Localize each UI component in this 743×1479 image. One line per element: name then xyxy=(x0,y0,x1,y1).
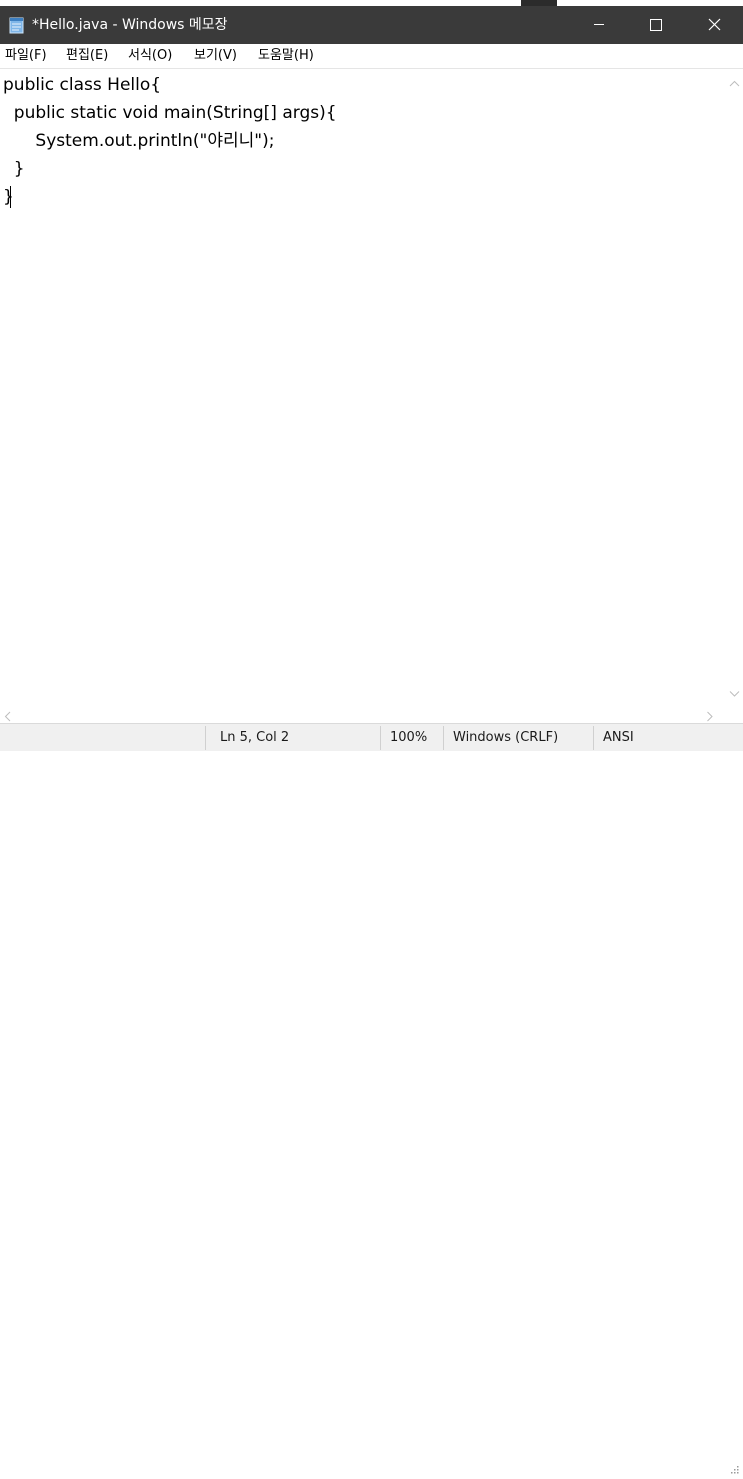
scrollbar-corner xyxy=(726,703,743,723)
menu-bar: 파일(F) 편집(E) 서식(O) 보기(V) 도움말(H) xyxy=(0,44,743,69)
close-icon xyxy=(708,18,721,31)
code-line: public class Hello{ xyxy=(3,75,162,95)
maximize-icon xyxy=(650,19,662,31)
resize-grip-icon[interactable] xyxy=(729,1460,740,1479)
horizontal-scrollbar[interactable] xyxy=(0,703,726,723)
status-bar: Ln 5, Col 2 100% Windows (CRLF) ANSI xyxy=(0,723,743,1474)
status-separator xyxy=(593,726,594,750)
close-button[interactable] xyxy=(685,6,743,44)
text-editor[interactable]: public class Hello{ public static void m… xyxy=(0,69,726,703)
text-caret xyxy=(10,186,11,208)
code-line: public static void main(String[] args){ xyxy=(3,103,337,123)
encoding: ANSI xyxy=(603,730,634,745)
code-line: System.out.println("야리니"); xyxy=(3,131,275,151)
minimize-button[interactable] xyxy=(570,6,628,44)
vertical-scrollbar[interactable] xyxy=(726,69,743,703)
menu-help[interactable]: 도움말(H) xyxy=(258,47,314,65)
status-separator xyxy=(443,726,444,750)
menu-view[interactable]: 보기(V) xyxy=(194,47,237,65)
scroll-up-icon[interactable] xyxy=(729,73,740,92)
menu-format[interactable]: 서식(O) xyxy=(128,47,172,65)
menu-edit[interactable]: 편집(E) xyxy=(66,47,108,65)
maximize-button[interactable] xyxy=(627,6,685,44)
minimize-icon xyxy=(594,24,604,25)
menu-file[interactable]: 파일(F) xyxy=(5,47,47,65)
zoom-level: 100% xyxy=(390,730,428,745)
cursor-position: Ln 5, Col 2 xyxy=(220,730,290,745)
status-separator xyxy=(380,726,381,750)
code-line: } xyxy=(3,159,25,179)
window-title: *Hello.java - Windows 메모장 xyxy=(32,17,228,33)
code-line: } xyxy=(3,187,14,207)
status-separator xyxy=(205,726,206,750)
notepad-icon xyxy=(8,16,25,34)
title-bar[interactable]: *Hello.java - Windows 메모장 xyxy=(0,6,743,44)
scroll-down-icon[interactable] xyxy=(729,683,740,702)
line-ending: Windows (CRLF) xyxy=(453,730,559,745)
